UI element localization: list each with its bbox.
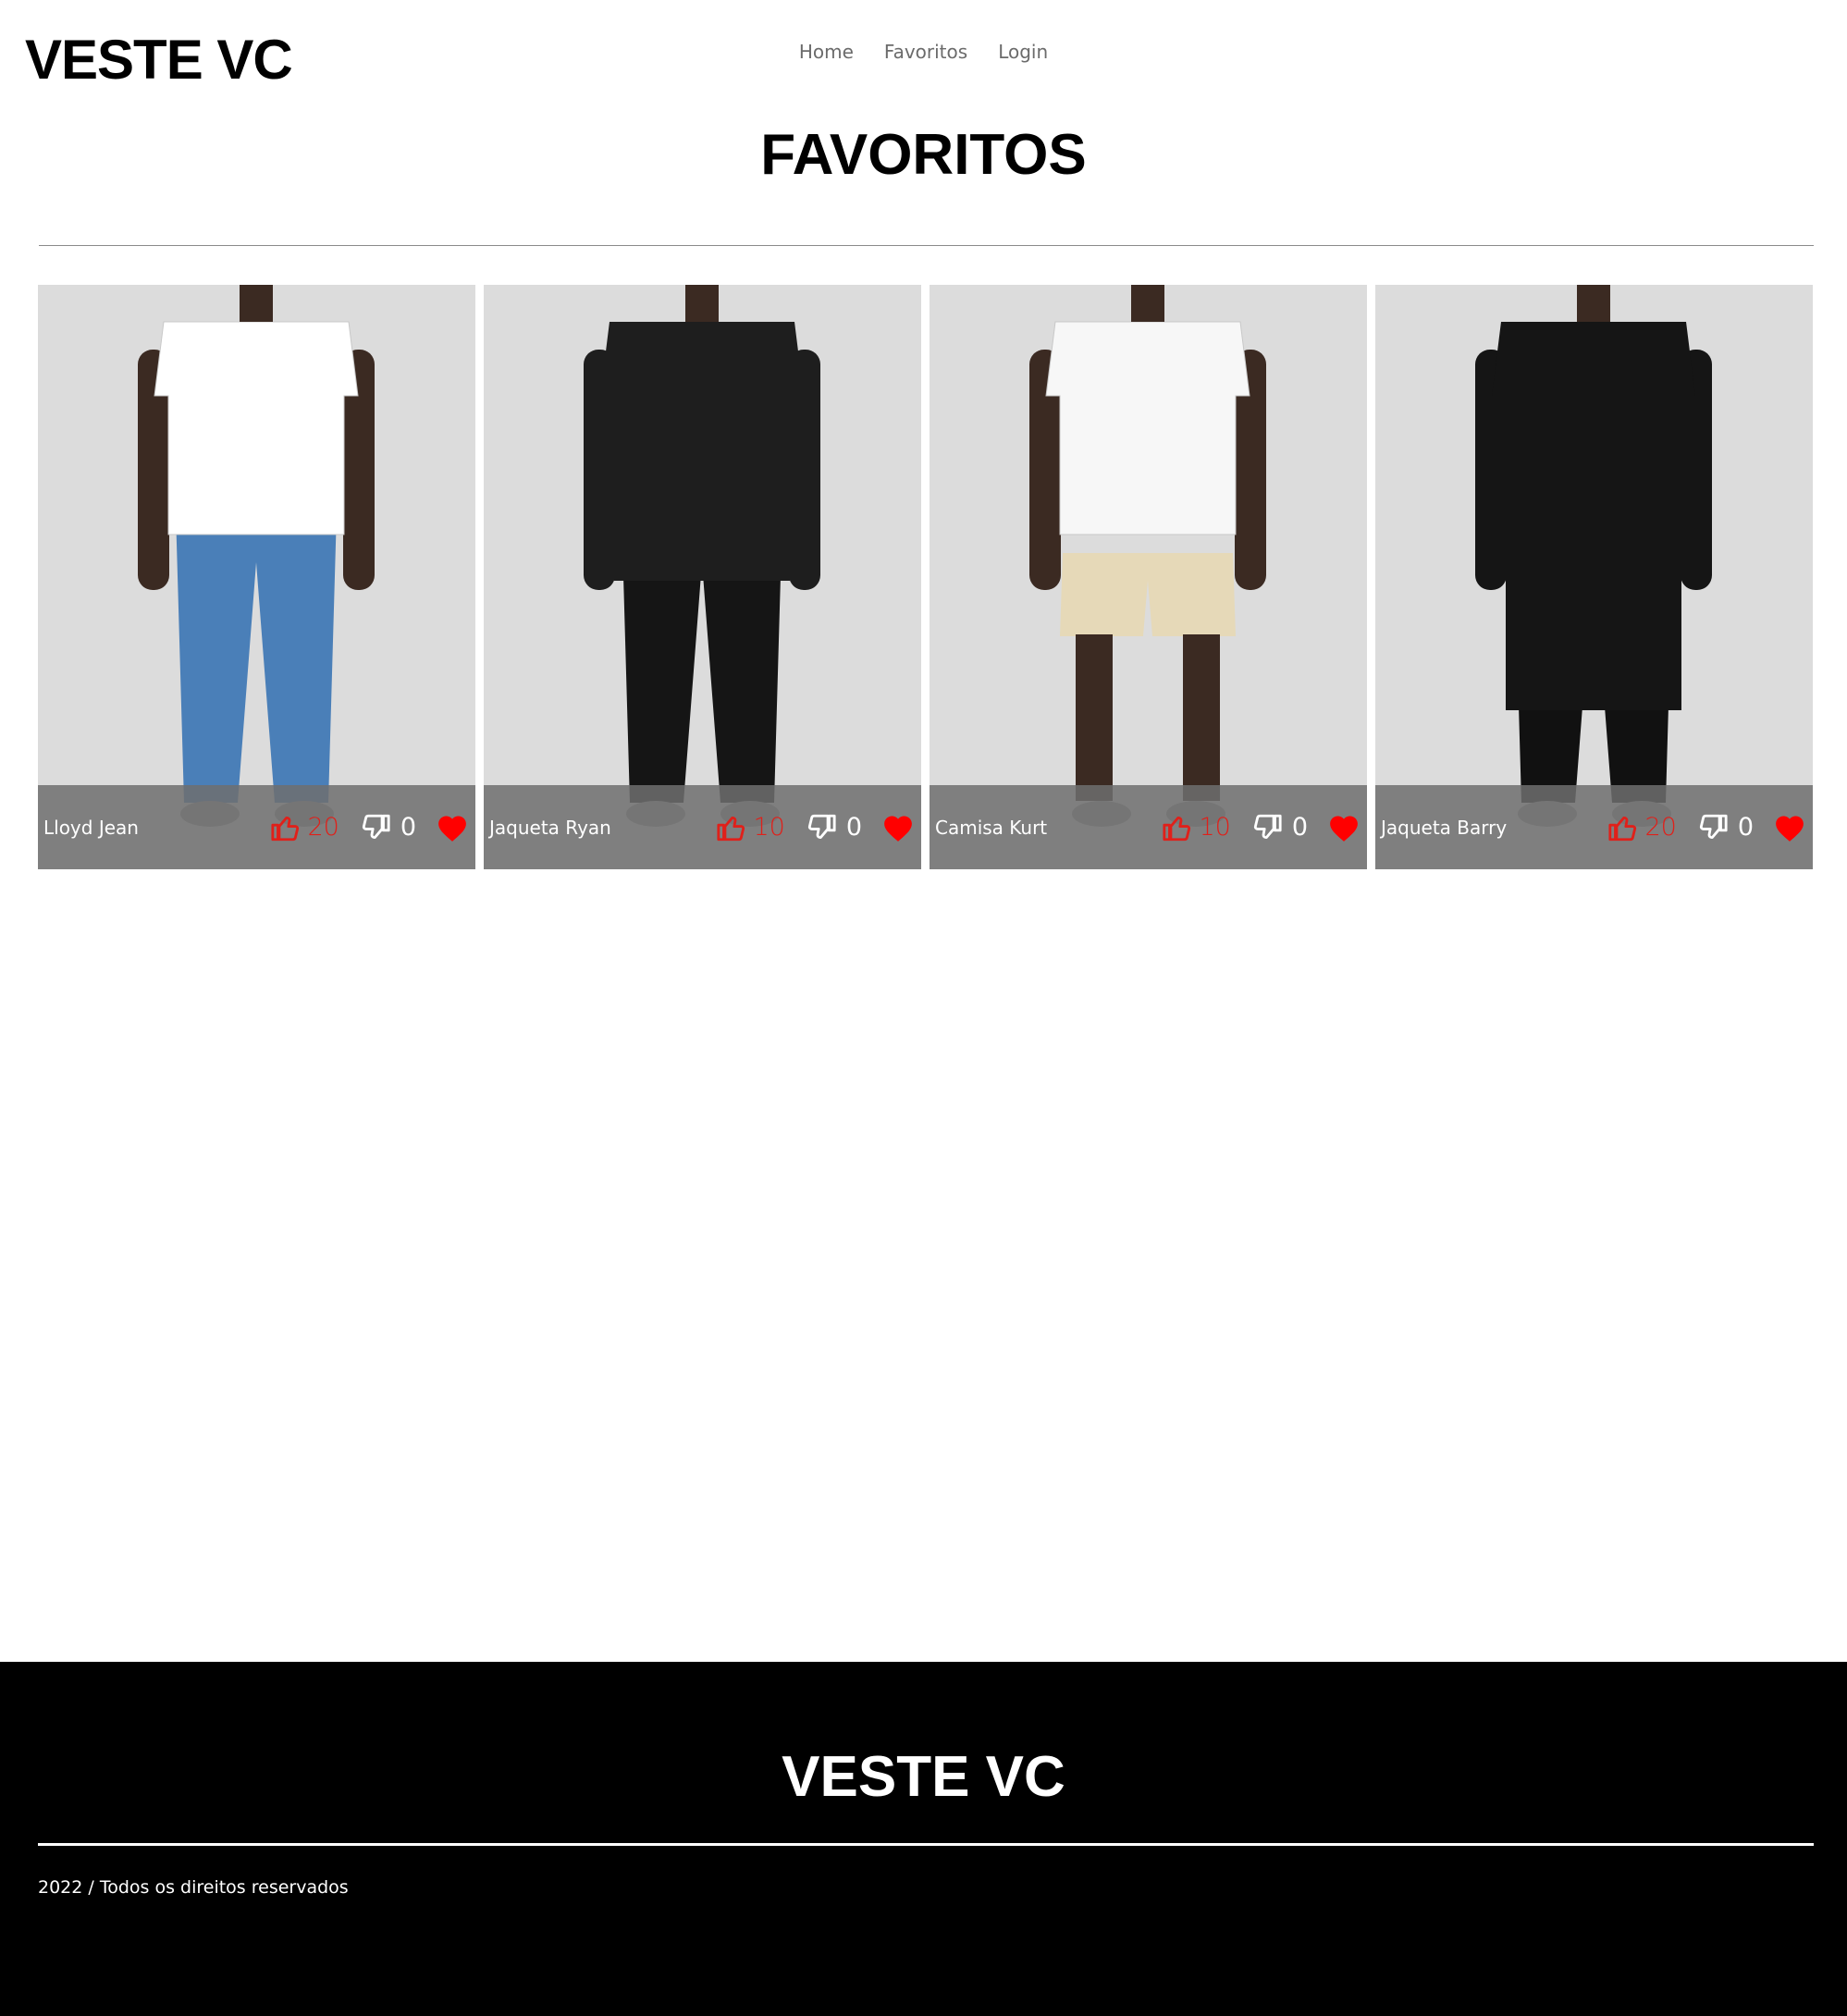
like-count: 20 xyxy=(1644,813,1677,842)
site-footer: VESTE VC 2022 / Todos os direitos reserv… xyxy=(0,1662,1847,2016)
thumbs-down-icon xyxy=(362,814,390,839)
product-name: Lloyd Jean xyxy=(43,816,139,839)
heart-icon xyxy=(1330,816,1358,842)
card-footer: Lloyd Jean 20 0 xyxy=(38,785,475,869)
nav-link-favoritos[interactable]: Favoritos xyxy=(884,41,967,63)
dislike-button[interactable]: 0 xyxy=(360,812,416,843)
like-button[interactable]: 20 xyxy=(1607,812,1677,843)
heart-icon xyxy=(884,816,912,842)
product-image xyxy=(138,285,375,827)
favorites-grid: Lloyd Jean 20 0 Jaqueta Ryan 10 0 Camisa… xyxy=(38,285,1814,869)
neck-shape xyxy=(1131,285,1164,322)
favorite-button[interactable] xyxy=(437,813,468,842)
card-footer: Jaqueta Barry 20 0 xyxy=(1375,785,1813,869)
nav-link-home[interactable]: Home xyxy=(799,41,854,63)
product-card[interactable]: Jaqueta Barry 20 0 xyxy=(1375,285,1813,869)
footer-divider xyxy=(38,1843,1814,1846)
heart-icon xyxy=(438,816,466,842)
like-button[interactable]: 20 xyxy=(270,812,339,843)
top-shape xyxy=(1045,321,1250,535)
product-image xyxy=(584,285,820,827)
dislike-count: 0 xyxy=(1737,813,1754,842)
like-count: 20 xyxy=(307,813,339,842)
favorite-button[interactable] xyxy=(1328,813,1360,842)
thumbs-down-icon xyxy=(807,814,836,839)
product-card[interactable]: Camisa Kurt 10 0 xyxy=(930,285,1367,869)
main-nav: Home Favoritos Login xyxy=(0,41,1847,63)
nav-link-login[interactable]: Login xyxy=(998,41,1048,63)
heart-icon xyxy=(1776,816,1804,842)
dislike-count: 0 xyxy=(845,813,862,842)
neck-shape xyxy=(240,285,273,322)
dislike-button[interactable]: 0 xyxy=(1697,812,1754,843)
thumbs-down-icon xyxy=(1699,814,1728,839)
footer-copyright: 2022 / Todos os direitos reservados xyxy=(38,1877,349,1898)
product-card[interactable]: Lloyd Jean 20 0 xyxy=(38,285,475,869)
neck-shape xyxy=(685,285,719,322)
thumbs-up-icon xyxy=(1163,816,1191,841)
like-button[interactable]: 10 xyxy=(1162,812,1231,843)
like-count: 10 xyxy=(753,813,785,842)
product-name: Jaqueta Ryan xyxy=(489,816,611,839)
dislike-count: 0 xyxy=(400,813,416,842)
card-footer: Camisa Kurt 10 0 xyxy=(930,785,1367,869)
product-name: Camisa Kurt xyxy=(935,816,1048,839)
bottoms-shape xyxy=(1060,553,1236,636)
favorite-button[interactable] xyxy=(1774,813,1805,842)
thumbs-up-icon xyxy=(271,816,300,841)
thumbs-down-icon xyxy=(1253,814,1282,839)
header-divider xyxy=(39,245,1814,246)
product-image xyxy=(1029,285,1266,827)
thumbs-up-icon xyxy=(717,816,745,841)
top-shape xyxy=(154,321,359,535)
dislike-button[interactable]: 0 xyxy=(1251,812,1308,843)
page-title: FAVORITOS xyxy=(760,123,1087,187)
like-count: 10 xyxy=(1199,813,1231,842)
footer-logo: VESTE VC xyxy=(782,1745,1065,1809)
favorite-button[interactable] xyxy=(882,813,914,842)
thumbs-up-icon xyxy=(1608,816,1637,841)
like-button[interactable]: 10 xyxy=(716,812,785,843)
card-footer: Jaqueta Ryan 10 0 xyxy=(484,785,921,869)
leg-shape xyxy=(1076,634,1113,801)
dislike-button[interactable]: 0 xyxy=(806,812,862,843)
product-card[interactable]: Jaqueta Ryan 10 0 xyxy=(484,285,921,869)
neck-shape xyxy=(1577,285,1610,322)
product-image xyxy=(1475,285,1712,827)
top-shape xyxy=(600,322,804,581)
product-name: Jaqueta Barry xyxy=(1381,816,1508,839)
top-shape xyxy=(1492,322,1695,710)
dislike-count: 0 xyxy=(1291,813,1308,842)
leg-shape xyxy=(1183,634,1220,801)
